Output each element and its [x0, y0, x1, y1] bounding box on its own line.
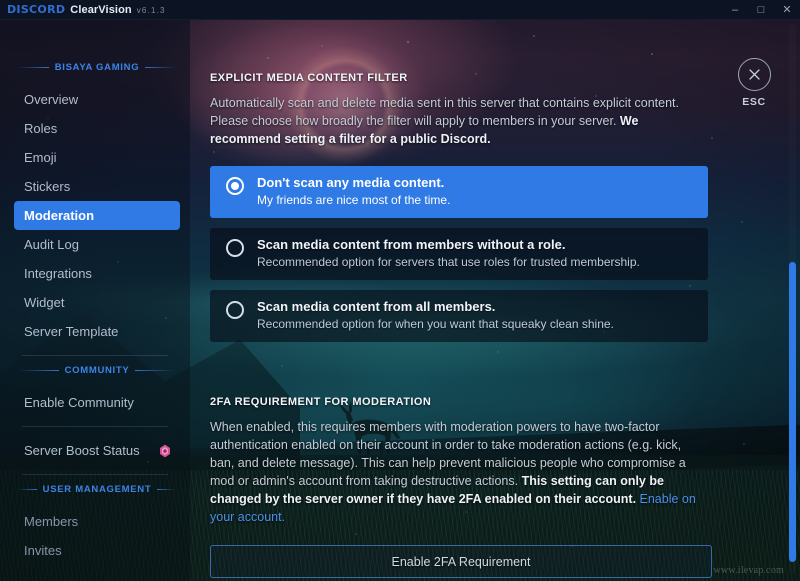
- app-brand: DISCORD ClearVision v6.1.3: [0, 3, 166, 16]
- sidebar-item-label: Members: [24, 514, 79, 529]
- watermark: www.ilevap.com: [713, 565, 784, 576]
- sidebar-divider: [22, 426, 168, 427]
- sidebar-item-label: Server Template: [24, 324, 119, 339]
- radio-option-title: Scan media content from members without …: [257, 237, 566, 252]
- radio-button-icon[interactable]: [226, 239, 244, 257]
- server-boost-icon: [159, 444, 170, 458]
- sidebar-item-overview[interactable]: Overview: [14, 85, 180, 114]
- sidebar-item-server-boost-status[interactable]: Server Boost Status: [14, 436, 180, 465]
- sidebar-item-label: Widget: [24, 295, 65, 310]
- sidebar-item-invites[interactable]: Invites: [14, 536, 180, 565]
- radio-option-scan-all[interactable]: Scan media content from all members. Rec…: [210, 290, 708, 342]
- divider-left: [18, 67, 49, 68]
- sidebar-item-label: Overview: [24, 92, 79, 107]
- sidebar-item-label: Enable Community: [24, 395, 134, 410]
- minimize-icon[interactable]: –: [722, 0, 748, 20]
- sidebar-section-community: COMMUNITY: [0, 365, 190, 376]
- sidebar-divider: [22, 355, 168, 356]
- esc-close-button[interactable]: ESC: [726, 58, 782, 108]
- sidebar-server-name: BISAYA GAMING: [54, 62, 140, 73]
- twofa-section: 2FA REQUIREMENT FOR MODERATION When enab…: [210, 396, 712, 578]
- sidebar-item-moderation[interactable]: Moderation: [14, 201, 180, 230]
- theme-name: ClearVision: [70, 4, 132, 16]
- window-controls: – □ ✕: [722, 0, 800, 20]
- radio-button-icon[interactable]: [226, 301, 244, 319]
- radio-option-text: Scan media content from all members. Rec…: [257, 299, 614, 331]
- sidebar-community-label: COMMUNITY: [64, 365, 130, 376]
- sidebar-item-label: Audit Log: [24, 237, 79, 252]
- radio-option-scan-no-role[interactable]: Scan media content from members without …: [210, 228, 708, 280]
- sidebar-item-roles[interactable]: Roles: [14, 114, 180, 143]
- divider-right: [145, 67, 176, 68]
- sidebar-item-label: Server Boost Status: [24, 443, 140, 458]
- sidebar-item-label: Emoji: [24, 150, 57, 165]
- divider-right: [157, 489, 177, 490]
- sidebar-item-label: Moderation: [24, 208, 95, 223]
- sidebar-item-label: Roles: [24, 121, 58, 136]
- divider-left: [18, 370, 59, 371]
- twofa-description: When enabled, this requires members with…: [210, 418, 708, 526]
- enable-2fa-requirement-button[interactable]: Enable 2FA Requirement: [210, 545, 712, 578]
- radio-option-title: Don't scan any media content.: [257, 175, 445, 190]
- radio-option-subtitle: My friends are nice most of the time.: [257, 193, 451, 207]
- sidebar-item-integrations[interactable]: Integrations: [14, 259, 180, 288]
- filter-desc-text: Automatically scan and delete media sent…: [210, 96, 680, 128]
- sidebar-item-enable-community[interactable]: Enable Community: [14, 388, 180, 417]
- settings-sidebar: BISAYA GAMING Overview Roles Emoji Stick…: [0, 20, 190, 581]
- sidebar-item-label: Integrations: [24, 266, 92, 281]
- theme-version: v6.1.3: [136, 6, 166, 15]
- radio-option-no-scan[interactable]: Don't scan any media content. My friends…: [210, 166, 708, 218]
- explicit-media-filter-description: Automatically scan and delete media sent…: [210, 94, 708, 148]
- discord-logo-text: DISCORD: [7, 3, 66, 16]
- radio-option-title: Scan media content from all members.: [257, 299, 496, 314]
- sidebar-section-user-management: USER MANAGEMENT: [0, 484, 190, 495]
- divider-right: [135, 370, 177, 371]
- settings-content: EXPLICIT MEDIA CONTENT FILTER Automatica…: [190, 20, 800, 581]
- sidebar-user-management-label: USER MANAGEMENT: [42, 484, 152, 495]
- sidebar-item-widget[interactable]: Widget: [14, 288, 180, 317]
- radio-option-text: Don't scan any media content. My friends…: [257, 175, 450, 207]
- sidebar-item-members[interactable]: Members: [14, 507, 180, 536]
- sidebar-item-label: Stickers: [24, 179, 71, 194]
- sidebar-section-server: BISAYA GAMING: [0, 62, 190, 73]
- close-circle-icon[interactable]: [737, 58, 771, 91]
- sidebar-item-audit-log[interactable]: Audit Log: [14, 230, 180, 259]
- maximize-icon[interactable]: □: [748, 0, 774, 20]
- twofa-title: 2FA REQUIREMENT FOR MODERATION: [210, 396, 432, 408]
- x-icon: [748, 69, 760, 80]
- scrollbar-thumb[interactable]: [789, 262, 796, 562]
- radio-button-icon[interactable]: [226, 177, 244, 195]
- sidebar-divider: [22, 474, 168, 475]
- radio-option-subtitle: Recommended option for when you want tha…: [257, 317, 614, 331]
- divider-left: [18, 489, 37, 490]
- explicit-filter-radio-group: Don't scan any media content. My friends…: [210, 166, 708, 342]
- discord-server-settings-window: DISCORD ClearVision v6.1.3 – □ ✕ BISAYA …: [0, 0, 800, 581]
- sidebar-item-emoji[interactable]: Emoji: [14, 143, 180, 172]
- radio-option-text: Scan media content from members without …: [257, 237, 640, 269]
- sidebar-item-stickers[interactable]: Stickers: [14, 172, 180, 201]
- explicit-media-filter-title: EXPLICIT MEDIA CONTENT FILTER: [210, 72, 408, 84]
- close-icon[interactable]: ✕: [774, 0, 800, 20]
- radio-option-subtitle: Recommended option for servers that use …: [257, 255, 640, 269]
- esc-label: ESC: [742, 96, 766, 108]
- sidebar-item-server-template[interactable]: Server Template: [14, 317, 180, 346]
- title-bar: DISCORD ClearVision v6.1.3 – □ ✕: [0, 0, 800, 20]
- sidebar-item-label: Invites: [24, 543, 62, 558]
